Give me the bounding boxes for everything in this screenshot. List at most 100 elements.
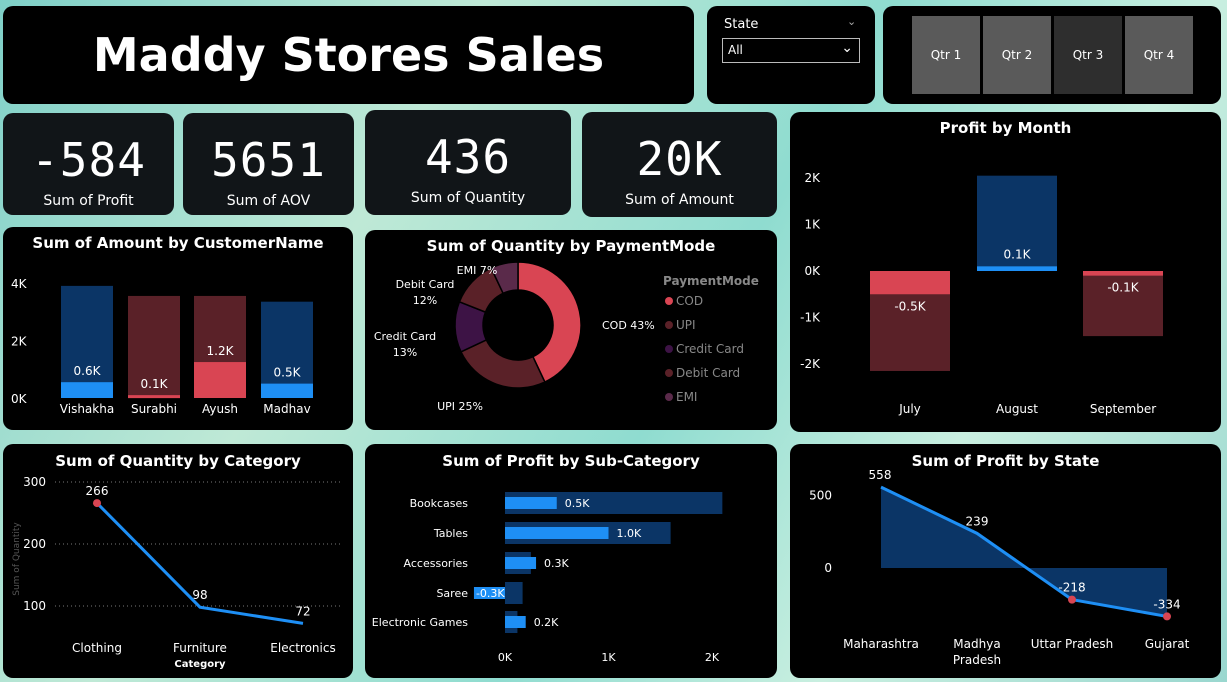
data-point (1163, 612, 1171, 621)
data-label: -334 (1153, 597, 1180, 611)
y-tick-label: 2K (804, 171, 821, 185)
kpi-label: Sum of AOV (226, 193, 311, 209)
x-axis-label: Category (174, 659, 226, 670)
series-line (95, 502, 304, 625)
y-tick-label: 0K (804, 264, 821, 278)
kpi-profit: -584 Sum of Profit (3, 113, 174, 215)
data-label: 0.3K (544, 557, 569, 570)
title-card: Maddy Stores Sales (3, 6, 694, 104)
data-point (93, 499, 101, 508)
page-title: Maddy Stores Sales (92, 28, 605, 82)
y-tick-label: Electronic Games (372, 616, 468, 629)
quarter-button-4[interactable]: Qtr 4 (1125, 16, 1193, 94)
data-label: 98 (192, 588, 207, 602)
y-tick-label: 4K (11, 277, 28, 291)
slice-label: 12% (413, 294, 437, 307)
kpi-amount: 20K Sum of Amount (582, 112, 777, 217)
data-label: 1.0K (617, 527, 642, 540)
data-label: -218 (1058, 581, 1085, 595)
legend-title: PaymentMode (663, 274, 759, 288)
chevron-down-icon: ⌄ (841, 40, 853, 56)
y-tick-label: 0 (824, 561, 832, 575)
quantity-by-category-card[interactable]: Sum of Quantity by Category 300 200 100 266… (3, 444, 353, 678)
bar-value (505, 497, 557, 509)
data-label: 0.1K (1004, 247, 1032, 261)
legend-marker (665, 393, 673, 401)
legend-marker (665, 297, 673, 305)
legend-marker (665, 321, 673, 329)
profit-by-state-card[interactable]: Sum of Profit by State 500 0 558 239 -218 -33… (790, 444, 1221, 678)
state-dropdown[interactable]: All ⌄ (722, 38, 860, 63)
kpi-label: Sum of Amount (625, 192, 734, 208)
kpi-aov: 5651 Sum of AOV (183, 113, 354, 215)
x-tick-label: August (996, 402, 1038, 416)
data-point (1068, 595, 1076, 604)
x-tick-label: July (898, 402, 921, 416)
data-label: -0.1K (1107, 281, 1139, 295)
data-label: 0.6K (74, 364, 102, 378)
x-tick-label: Ayush (202, 402, 238, 416)
kpi-value: 436 (424, 130, 512, 184)
y-tick-label: Tables (433, 527, 468, 540)
data-label: 558 (869, 468, 892, 482)
bar-highlight (1083, 271, 1163, 276)
profit-by-month-chart: 2K 1K 0K -1K -2K -0.5K July 0.1K August -0.1K Sept… (800, 171, 1163, 416)
bar-highlight (870, 271, 950, 295)
data-label: 239 (966, 514, 989, 528)
profit-by-month-card[interactable]: Profit by Month 2K 1K 0K -1K -2K -0.5K July 0.1… (790, 112, 1221, 432)
x-tick-label: Furniture (173, 641, 227, 655)
donut-slice (459, 338, 546, 389)
profit-by-subcategory-card[interactable]: Sum of Profit by Sub-Category Bookcases 0… (365, 444, 777, 678)
bar-total (505, 582, 523, 604)
data-label: 0.1K (141, 377, 169, 391)
x-tick-label: September (1090, 402, 1156, 416)
y-tick-label: 0K (11, 392, 28, 406)
x-tick-label: Pradesh (953, 653, 1001, 667)
quantity-by-payment-card[interactable]: Sum of Quantity by PaymentMode COD 43% UP… (365, 230, 777, 430)
bar-highlight (61, 382, 113, 398)
y-tick-label: Bookcases (410, 497, 469, 510)
kpi-value: 5651 (211, 133, 326, 187)
bar-highlight (194, 362, 246, 398)
y-tick-label: 500 (809, 489, 832, 503)
chevron-up-icon[interactable]: ⌄ (847, 15, 856, 28)
y-tick-label: 2K (11, 335, 28, 349)
slice-label: UPI 25% (437, 400, 483, 413)
y-axis-label: Sum of Quantity (12, 522, 22, 596)
bar-value (505, 616, 526, 628)
y-tick-label: Saree (436, 587, 468, 600)
x-tick-label: Gujarat (1145, 637, 1190, 651)
y-tick-label: -2K (800, 357, 821, 371)
data-label: 266 (86, 484, 109, 498)
bar-total (61, 285, 113, 398)
legend-item: Credit Card (676, 342, 744, 356)
data-label: -0.5K (894, 299, 926, 313)
bar-highlight (261, 383, 313, 398)
data-label: 72 (295, 604, 310, 618)
slice-label: EMI 7% (457, 264, 498, 277)
quarter-button-1[interactable]: Qtr 1 (912, 16, 980, 94)
y-tick-label: 300 (23, 475, 46, 489)
data-label: 0.2K (534, 616, 559, 629)
kpi-label: Sum of Profit (43, 193, 134, 209)
legend-item: Debit Card (676, 366, 740, 380)
bar-highlight (128, 395, 180, 399)
amount-by-customer-chart: 4K 2K 0K 0.6K Vishakha 0.1K Surabhi 1.2K Ayush 0.… (11, 277, 313, 416)
slice-label: COD 43% (602, 319, 655, 332)
state-dropdown-value: All (728, 43, 743, 57)
amount-by-customer-card[interactable]: Sum of Amount by CustomerName 4K 2K 0K 0.6K… (3, 227, 353, 430)
bar-total (261, 301, 313, 398)
quarter-button-2[interactable]: Qtr 2 (983, 16, 1051, 94)
quarter-button-3[interactable]: Qtr 3 (1054, 16, 1122, 94)
x-tick-label: Vishakha (60, 402, 114, 416)
slice-label: 13% (393, 346, 417, 359)
bar-highlight (977, 266, 1057, 271)
slice-label: Debit Card (396, 278, 455, 291)
data-label: 0.5K (274, 366, 302, 380)
state-slicer: State ⌄ All ⌄ (707, 6, 875, 104)
y-tick-label: Accessories (404, 557, 469, 570)
kpi-quantity: 436 Sum of Quantity (365, 110, 571, 215)
data-label: 1.2K (207, 344, 235, 358)
x-tick-label: Madhav (263, 402, 310, 416)
legend-item: COD (676, 294, 703, 308)
